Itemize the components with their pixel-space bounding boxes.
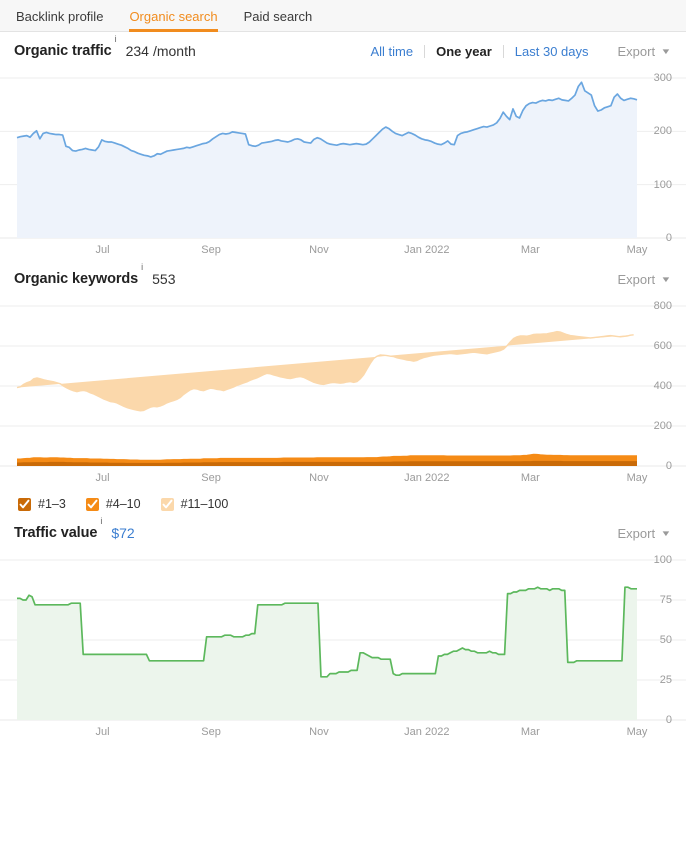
organic-keywords-value: 553	[152, 271, 175, 287]
chart-canvas	[0, 552, 686, 742]
chart-traffic-value[interactable]: 0255075100JulSepNovJan 2022MarMay	[0, 552, 686, 742]
organic-traffic-value: 234	[126, 43, 149, 59]
chart-organic-keywords[interactable]: 0200400600800JulSepNovJan 2022MarMay	[0, 298, 686, 488]
range-last-30-days[interactable]: Last 30 days	[504, 44, 600, 59]
checkbox-1-3[interactable]	[18, 498, 31, 511]
export-button-organic-keywords[interactable]: Export ▼	[618, 272, 671, 287]
main-navigation: Backlink profile Organic search Paid sea…	[0, 0, 686, 32]
area-fill	[17, 82, 637, 238]
legend-label-11-100: #11–100	[181, 497, 229, 511]
organic-traffic-unit: /month	[153, 43, 196, 59]
export-button-traffic-value[interactable]: Export ▼	[618, 526, 671, 541]
chart-organic-traffic[interactable]: 0100200300JulSepNovJan 2022MarMay	[0, 70, 686, 260]
section-organic-traffic: Organic traffic i 234 /month All time On…	[0, 32, 686, 260]
page-title-traffic-value: Traffic value	[14, 525, 97, 541]
tab-paid-search[interactable]: Paid search	[244, 10, 313, 31]
legend-item-4-10[interactable]: #4–10	[86, 497, 141, 511]
info-icon[interactable]: i	[115, 34, 117, 44]
date-range-selector: All time One year Last 30 days	[360, 44, 600, 59]
traffic-value-amount[interactable]: $72	[111, 525, 134, 541]
range-one-year[interactable]: One year	[425, 44, 503, 59]
area-#11–100	[17, 332, 634, 411]
tab-backlink-profile[interactable]: Backlink profile	[16, 10, 103, 31]
organic-keywords-header: Organic keywords i 553 Export ▼	[0, 260, 686, 298]
traffic-value-header: Traffic value i $72 Export ▼	[0, 514, 686, 552]
info-icon[interactable]: i	[100, 516, 102, 526]
export-label: Export	[618, 44, 656, 59]
legend-item-1-3[interactable]: #1–3	[18, 497, 66, 511]
export-button-organic-traffic[interactable]: Export ▼	[618, 44, 671, 59]
chevron-down-icon: ▼	[660, 529, 671, 538]
info-icon[interactable]: i	[141, 262, 143, 272]
chart-canvas	[0, 298, 686, 488]
chevron-down-icon: ▼	[660, 275, 671, 284]
keywords-legend: #1–3 #4–10 #11–100	[0, 488, 686, 514]
checkbox-11-100[interactable]	[161, 498, 174, 511]
organic-traffic-header: Organic traffic i 234 /month All time On…	[0, 32, 686, 70]
chevron-down-icon: ▼	[660, 47, 671, 56]
export-label: Export	[618, 272, 656, 287]
legend-item-11-100[interactable]: #11–100	[161, 497, 229, 511]
legend-label-1-3: #1–3	[38, 497, 66, 511]
legend-label-4-10: #4–10	[106, 497, 141, 511]
range-all-time[interactable]: All time	[360, 44, 425, 59]
export-label: Export	[618, 526, 656, 541]
checkbox-4-10[interactable]	[86, 498, 99, 511]
page-title-organic-keywords: Organic keywords	[14, 271, 138, 287]
chart-canvas	[0, 70, 686, 260]
tab-organic-search[interactable]: Organic search	[129, 10, 217, 31]
page-title-organic-traffic: Organic traffic	[14, 43, 112, 59]
section-traffic-value: Traffic value i $72 Export ▼ 0255075100J…	[0, 514, 686, 742]
section-organic-keywords: Organic keywords i 553 Export ▼ 02004006…	[0, 260, 686, 514]
